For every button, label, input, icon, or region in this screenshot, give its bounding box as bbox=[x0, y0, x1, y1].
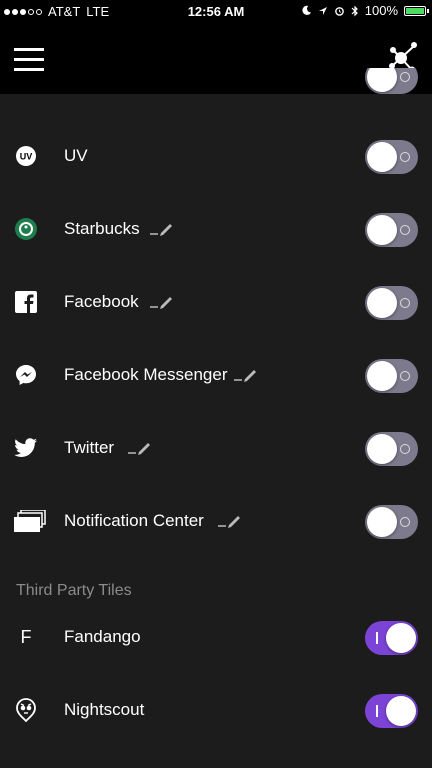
edit-pencil-icon[interactable] bbox=[128, 438, 152, 456]
status-bar-right: 100% bbox=[301, 3, 429, 18]
tile-toggle-starbucks[interactable] bbox=[365, 213, 418, 247]
tile-toggle-nightscout[interactable] bbox=[365, 694, 418, 728]
tile-label: Starbucks bbox=[64, 219, 140, 238]
svg-text:UV: UV bbox=[20, 152, 33, 162]
tile-row-notification-center: Notification Center bbox=[0, 485, 432, 558]
tile-label: Nightscout bbox=[64, 700, 145, 719]
tile-label: Notification Center bbox=[64, 511, 204, 530]
tile-label: Facebook Messenger bbox=[64, 365, 228, 384]
battery-percent: 100% bbox=[364, 3, 398, 18]
tile-row-fandango: F Fandango bbox=[0, 601, 432, 674]
messenger-icon bbox=[14, 363, 38, 387]
tile-toggle-facebook[interactable] bbox=[365, 286, 418, 320]
fandango-icon-text: F bbox=[20, 626, 32, 647]
notification-center-icon bbox=[14, 509, 46, 533]
tile-row-nightscout: Nightscout bbox=[0, 674, 432, 747]
edit-pencil-icon[interactable] bbox=[218, 511, 242, 529]
tile-row-starbucks: Starbucks bbox=[0, 193, 432, 266]
edit-pencil-icon[interactable] bbox=[150, 292, 174, 310]
moon-icon bbox=[302, 5, 311, 15]
tile-label: Facebook bbox=[64, 292, 139, 311]
tile-row-twitter: Twitter bbox=[0, 412, 432, 485]
tile-label: Twitter bbox=[64, 438, 115, 457]
tile-row-facebook: Facebook bbox=[0, 266, 432, 339]
facebook-icon bbox=[14, 290, 38, 314]
partial-toggle[interactable] bbox=[365, 68, 418, 94]
starbucks-icon bbox=[14, 217, 38, 241]
tile-row-uv: UV UV bbox=[0, 120, 432, 193]
edit-pencil-icon[interactable] bbox=[150, 219, 174, 237]
hamburger-menu-icon[interactable] bbox=[14, 48, 44, 72]
fandango-icon: F bbox=[14, 625, 38, 649]
status-bar: AT&T LTE 12:56 AM 100% bbox=[0, 0, 432, 22]
nightscout-icon bbox=[14, 698, 38, 722]
tile-toggle-messenger[interactable] bbox=[365, 359, 418, 393]
tile-toggle-fandango[interactable] bbox=[365, 621, 418, 655]
location-arrow-icon bbox=[318, 6, 327, 15]
bluetooth-icon bbox=[351, 5, 358, 16]
alarm-icon bbox=[334, 7, 344, 16]
battery-icon bbox=[404, 5, 429, 16]
tile-toggle-notification-center[interactable] bbox=[365, 505, 418, 539]
uv-icon: UV bbox=[14, 144, 38, 168]
tile-row-messenger: Facebook Messenger bbox=[0, 339, 432, 412]
tile-label: UV bbox=[64, 146, 88, 165]
tile-toggle-twitter[interactable] bbox=[365, 432, 418, 466]
section-title-third-party: Third Party Tiles bbox=[16, 582, 132, 599]
edit-pencil-icon[interactable] bbox=[234, 365, 258, 383]
tile-toggle-uv[interactable] bbox=[365, 140, 418, 174]
tile-label: Fandango bbox=[64, 627, 141, 646]
twitter-icon bbox=[14, 436, 38, 460]
